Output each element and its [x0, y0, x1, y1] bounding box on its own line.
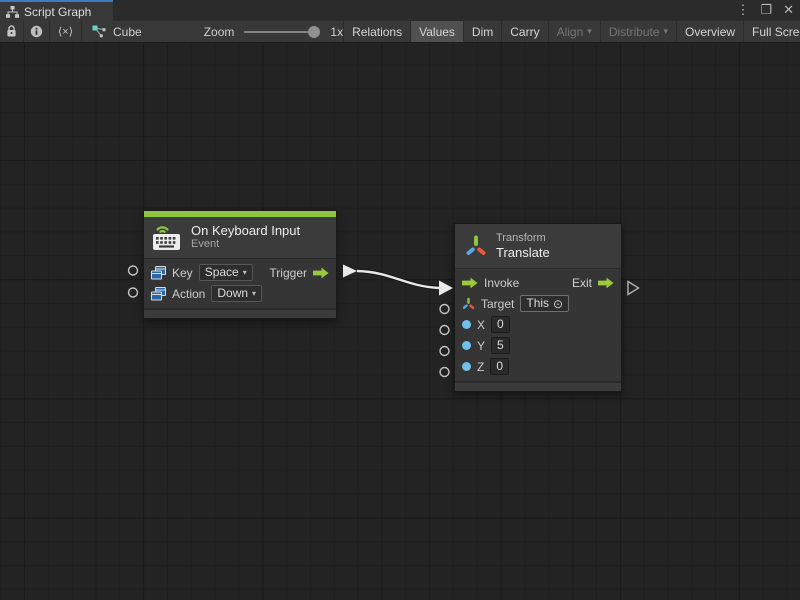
lock-button[interactable]	[0, 21, 24, 42]
tab-script-graph[interactable]: Script Graph	[0, 0, 113, 21]
toolbar-button-distribute[interactable]: Distribute ▾	[601, 21, 677, 42]
transform-icon	[465, 234, 487, 258]
trigger-label: Trigger	[269, 266, 307, 280]
enum-icon	[151, 287, 166, 301]
node-footer	[144, 308, 336, 318]
lock-icon	[6, 25, 17, 38]
unit-node-header[interactable]: Transform Translate	[455, 224, 621, 269]
zoom-value: 1x	[330, 25, 343, 39]
row-input-x: X 0	[455, 314, 621, 335]
key-label: Key	[172, 266, 193, 280]
row-target: Target This ⊙	[455, 293, 621, 314]
exit-label: Exit	[572, 276, 592, 290]
keyboard-icon	[152, 223, 182, 251]
node-title: On Keyboard Input	[191, 223, 300, 238]
target-value-box[interactable]: This ⊙	[520, 295, 569, 312]
z-label: Z	[477, 360, 484, 374]
exit-arrow-icon[interactable]	[598, 277, 614, 289]
graph-toolbar: ⟨×⟩ Cube Zoom 1x Relations Values Dim Ca…	[0, 21, 800, 43]
y-label: Y	[477, 339, 485, 353]
chevron-down-icon: ▾	[664, 26, 669, 37]
tab-title: Script Graph	[24, 5, 91, 19]
info-button[interactable]	[24, 21, 50, 42]
port-dot-z[interactable]	[462, 362, 471, 371]
transform-mini-icon	[462, 297, 475, 310]
close-icon[interactable]: ✕	[783, 0, 794, 20]
window-menu-icon[interactable]: ⋮	[736, 0, 749, 20]
key-dropdown[interactable]: Space ▾	[199, 264, 253, 281]
graph-breadcrumb[interactable]: Cube	[82, 21, 152, 42]
toolbar-button-relations[interactable]: Relations	[343, 21, 411, 42]
toolbar-button-values[interactable]: Values	[411, 21, 464, 42]
row-input-y: Y 5	[455, 335, 621, 356]
port-dot-x[interactable]	[462, 320, 471, 329]
hierarchy-icon	[6, 6, 19, 18]
port-dot-y[interactable]	[462, 341, 471, 350]
target-label: Target	[481, 297, 514, 311]
toolbar-button-align[interactable]: Align ▾	[549, 21, 601, 42]
invoke-arrow-icon[interactable]	[462, 277, 478, 289]
code-preview-button[interactable]: ⟨×⟩	[50, 21, 82, 42]
y-value-field[interactable]: 5	[491, 337, 510, 354]
code-icon: ⟨×⟩	[58, 25, 73, 38]
chevron-down-icon: ▾	[587, 26, 592, 37]
toolbar-button-dim[interactable]: Dim	[464, 21, 502, 42]
z-value-field[interactable]: 0	[490, 358, 509, 375]
graph-name: Cube	[113, 25, 142, 39]
self-target-icon: ⊙	[553, 298, 563, 310]
action-dropdown[interactable]: Down ▾	[211, 285, 262, 302]
event-node-header[interactable]: On Keyboard Input Event	[144, 217, 336, 259]
title-bar: Script Graph ⋮ ❐ ✕	[0, 0, 800, 21]
chevron-down-icon: ▾	[252, 286, 256, 301]
graph-icon	[92, 25, 107, 38]
graph-canvas[interactable]	[0, 43, 800, 600]
enum-icon	[151, 266, 166, 280]
toolbar-button-overview[interactable]: Overview	[677, 21, 744, 42]
zoom-label: Zoom	[204, 25, 235, 39]
row-input-z: Z 0	[455, 356, 621, 377]
node-title: Translate	[496, 245, 550, 260]
info-icon	[30, 25, 43, 38]
zoom-slider[interactable]	[244, 21, 320, 43]
node-footer	[455, 381, 621, 391]
invoke-label: Invoke	[484, 276, 519, 290]
maximize-icon[interactable]: ❐	[760, 0, 772, 20]
x-value-field[interactable]: 0	[491, 316, 510, 333]
trigger-arrow-icon[interactable]	[313, 267, 329, 279]
chevron-down-icon: ▾	[243, 265, 247, 280]
row-invoke: Invoke Exit	[455, 272, 621, 293]
event-node-on-keyboard-input[interactable]: On Keyboard Input Event Key Space ▾ Trig…	[143, 210, 337, 319]
toolbar-button-fullscreen[interactable]: Full Screen	[744, 21, 800, 42]
action-label: Action	[172, 287, 205, 301]
node-subtitle: Event	[191, 238, 300, 251]
x-label: X	[477, 318, 485, 332]
zoom-slider-handle[interactable]	[308, 26, 320, 38]
toolbar-button-carry[interactable]: Carry	[502, 21, 548, 42]
unit-node-translate[interactable]: Transform Translate Invoke Exit Target T…	[454, 223, 622, 392]
row-action: Action Down ▾	[144, 283, 336, 304]
row-key: Key Space ▾ Trigger	[144, 262, 336, 283]
node-category: Transform	[496, 232, 550, 245]
